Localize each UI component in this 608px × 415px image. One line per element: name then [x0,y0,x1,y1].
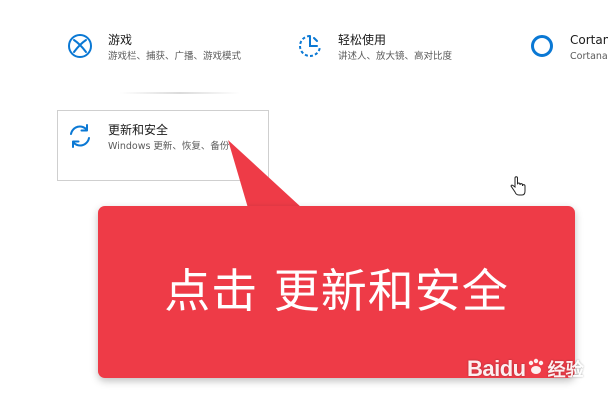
tile-subtitle: Windows 更新、恢复、备份 [108,141,230,152]
settings-tile-cortana[interactable]: Cortana Cortana [528,32,608,64]
paw-icon [526,357,546,381]
tile-title: Cortana [570,33,608,47]
watermark-logo: Baidu [467,356,526,381]
settings-tile-gaming[interactable]: 游戏 游戏栏、捕获、广播、游戏模式 [66,32,241,64]
xbox-icon [66,32,94,60]
callout-text: 点击 更新和安全 [164,264,509,318]
watermark-tag: 经验 [547,360,584,381]
divider [120,92,240,94]
tile-title: 轻松使用 [338,33,387,47]
tile-subtitle: 讲述人、放大镜、高对比度 [338,51,453,62]
cortana-icon [528,32,556,60]
sync-arrows-icon [66,122,94,150]
tile-subtitle: 游戏栏、捕获、广播、游戏模式 [108,51,242,62]
tile-title: 更新和安全 [108,123,169,137]
settings-tile-update-security[interactable]: 更新和安全 Windows 更新、恢复、备份 [57,110,269,181]
settings-tile-ease-of-access[interactable]: 轻松使用 讲述人、放大镜、高对比度 [296,32,452,64]
ease-of-access-icon [296,32,324,60]
hand-cursor-icon [509,176,527,202]
tile-title: 游戏 [108,33,133,47]
tile-subtitle: Cortana [570,51,608,62]
instruction-callout: 点击 更新和安全 [98,206,575,378]
baidu-watermark: Baidu 经验 [467,356,584,382]
settings-page: 游戏 游戏栏、捕获、广播、游戏模式 轻松使用 讲述人、放大镜、高对比度 Cort… [0,0,608,415]
